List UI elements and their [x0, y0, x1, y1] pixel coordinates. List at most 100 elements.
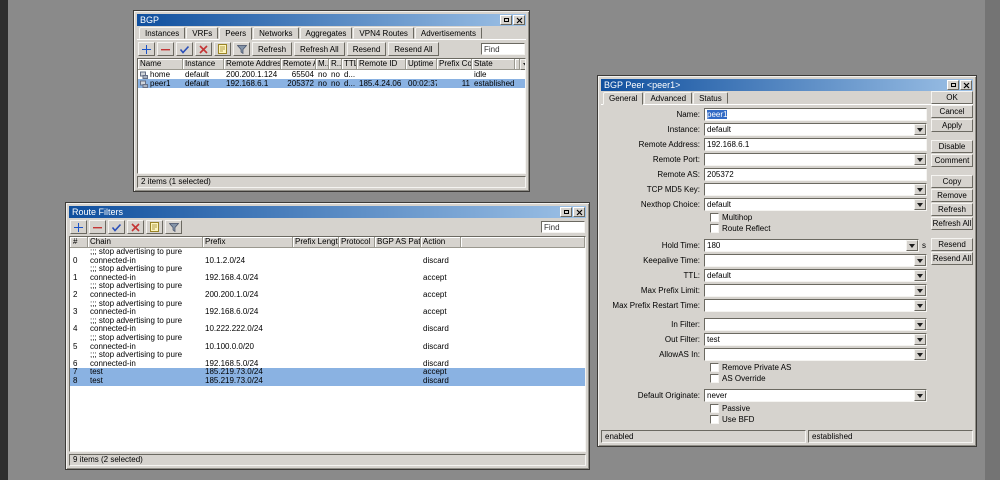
maximize-button[interactable] [947, 80, 959, 90]
chevron-down-icon[interactable] [914, 270, 926, 281]
tab-instances[interactable]: Instances [139, 27, 185, 39]
column-header-prefix-count[interactable]: Prefix Co... [437, 59, 472, 70]
enable-button[interactable] [176, 42, 193, 56]
refresh-button[interactable]: Refresh [931, 203, 973, 216]
apply-button[interactable]: Apply [931, 119, 973, 132]
column-header-remote-id[interactable]: Remote ID [357, 59, 406, 70]
ok-button[interactable]: OK [931, 91, 973, 104]
remote-as-input[interactable]: 205372 [704, 168, 927, 181]
filter-comment-row[interactable]: ;;; stop advertising to pure [70, 265, 585, 274]
keepalive-time-combo[interactable] [704, 254, 927, 267]
find-input[interactable] [481, 43, 525, 55]
tab-general[interactable]: General [603, 92, 643, 105]
filter-comment-row[interactable]: ;;; stop advertising to pure [70, 334, 585, 343]
bgp-titlebar[interactable]: BGP [137, 14, 526, 26]
column-header-state[interactable]: State [472, 59, 515, 70]
passive-checkbox[interactable] [710, 404, 719, 413]
instance-combo[interactable]: default [704, 123, 927, 136]
chevron-down-icon[interactable] [914, 334, 926, 345]
chevron-down-icon[interactable] [914, 255, 926, 266]
cancel-button[interactable]: Cancel [931, 105, 973, 118]
route-filters-titlebar[interactable]: Route Filters [69, 206, 586, 218]
tab-peers[interactable]: Peers [219, 27, 252, 40]
filter-row-3[interactable]: 3connected-in192.168.6.0/24accept [70, 308, 585, 317]
chevron-down-icon[interactable] [914, 124, 926, 135]
filter-row-6[interactable]: 6connected-in192.168.5.0/24discard [70, 360, 585, 369]
close-button[interactable] [513, 15, 525, 25]
remove-button[interactable] [157, 42, 174, 56]
max-prefix-limit-combo[interactable] [704, 284, 927, 297]
remote-address-input[interactable]: 192.168.6.1 [704, 138, 927, 151]
remove-private-as-checkbox[interactable] [710, 363, 719, 372]
tab-advertisements[interactable]: Advertisements [415, 27, 482, 39]
filter-row-4[interactable]: 4connected-in10.222.222.0/24discard [70, 325, 585, 334]
column-header-ttl[interactable]: TTL [342, 59, 357, 70]
tab-networks[interactable]: Networks [253, 27, 298, 39]
filter-row-8[interactable]: 8test185.219.73.0/24discard [70, 377, 585, 386]
copy-button[interactable]: Copy [931, 175, 973, 188]
tab-vrfs[interactable]: VRFs [186, 27, 218, 39]
filter-comment-row[interactable]: ;;; stop advertising to pure [70, 282, 585, 291]
column-header-protocol[interactable]: Protocol [339, 237, 375, 248]
chevron-down-icon[interactable] [906, 240, 918, 251]
column-header-remote-address[interactable]: Remote Address [224, 59, 281, 70]
resend-button[interactable]: Resend [931, 238, 973, 251]
filter-row-2[interactable]: 2connected-in200.200.1.0/24accept [70, 291, 585, 300]
name-input[interactable]: peer1 [704, 108, 927, 121]
column-header-uptime[interactable]: Uptime [406, 59, 437, 70]
tab-vpn4-routes[interactable]: VPN4 Routes [353, 27, 413, 39]
resend-button[interactable]: Resend [347, 42, 387, 56]
remote-port-combo[interactable] [704, 153, 927, 166]
column-header-name[interactable]: Name [138, 59, 183, 70]
chevron-down-icon[interactable] [914, 199, 926, 210]
filter-row-0[interactable]: 0connected-in10.1.2.0/24discard [70, 257, 585, 266]
hold-time-combo[interactable]: 180 [704, 239, 919, 252]
column-header-multihop[interactable]: M... [316, 59, 329, 70]
column-header-num[interactable]: # [70, 237, 88, 248]
allowas-in-combo[interactable] [704, 348, 927, 361]
enable-button[interactable] [108, 220, 125, 234]
resend-all-button[interactable]: Resend All [388, 42, 438, 56]
column-header-route-reflect[interactable]: R... [329, 59, 342, 70]
filter-button[interactable] [233, 42, 250, 56]
close-button[interactable] [573, 207, 585, 217]
bgp-peer-row-peer1[interactable]: peer1 default 192.168.6.1 205372 no no d… [138, 79, 525, 88]
filter-comment-row[interactable]: ;;; stop advertising to pure [70, 351, 585, 360]
tab-advanced[interactable]: Advanced [644, 92, 692, 104]
bgp-peer-row-home[interactable]: home default 200.200.1.124 65504 no no d… [138, 70, 525, 79]
remove-button[interactable] [89, 220, 106, 234]
column-header-remote-as[interactable]: Remote AS [281, 59, 316, 70]
add-button[interactable] [70, 220, 87, 234]
filter-comment-row[interactable]: ;;; stop advertising to pure [70, 300, 585, 309]
column-header-bgp-as-path[interactable]: BGP AS Path [375, 237, 421, 248]
max-prefix-restart-time-combo[interactable] [704, 299, 927, 312]
filter-row-1[interactable]: 1connected-in192.168.4.0/24accept [70, 274, 585, 283]
nexthop-choice-combo[interactable]: default [704, 198, 927, 211]
filter-button[interactable] [165, 220, 182, 234]
refresh-all-button[interactable]: Refresh All [294, 42, 345, 56]
find-input[interactable] [541, 221, 585, 233]
peer-dialog-titlebar[interactable]: BGP Peer <peer1> [601, 79, 973, 91]
add-button[interactable] [138, 42, 155, 56]
resend-all-button[interactable]: Resend All [931, 252, 973, 265]
chevron-down-icon[interactable] [914, 300, 926, 311]
refresh-button[interactable]: Refresh [252, 42, 292, 56]
chevron-down-icon[interactable] [914, 390, 926, 401]
out-filter-combo[interactable]: test [704, 333, 927, 346]
default-originate-combo[interactable]: never [704, 389, 927, 402]
route-reflect-checkbox[interactable] [710, 224, 719, 233]
disable-button[interactable] [195, 42, 212, 56]
tab-status[interactable]: Status [693, 92, 728, 104]
chevron-down-icon[interactable] [914, 154, 926, 165]
tab-aggregates[interactable]: Aggregates [300, 27, 353, 39]
column-selector-button[interactable] [520, 59, 526, 70]
column-header-prefix-length[interactable]: Prefix Length [293, 237, 339, 248]
as-override-checkbox[interactable] [710, 374, 719, 383]
in-filter-combo[interactable] [704, 318, 927, 331]
use-bfd-checkbox[interactable] [710, 415, 719, 424]
chevron-down-icon[interactable] [914, 319, 926, 330]
comment-button[interactable] [214, 42, 231, 56]
chevron-down-icon[interactable] [914, 349, 926, 360]
remove-button[interactable]: Remove [931, 189, 973, 202]
close-button[interactable] [960, 80, 972, 90]
